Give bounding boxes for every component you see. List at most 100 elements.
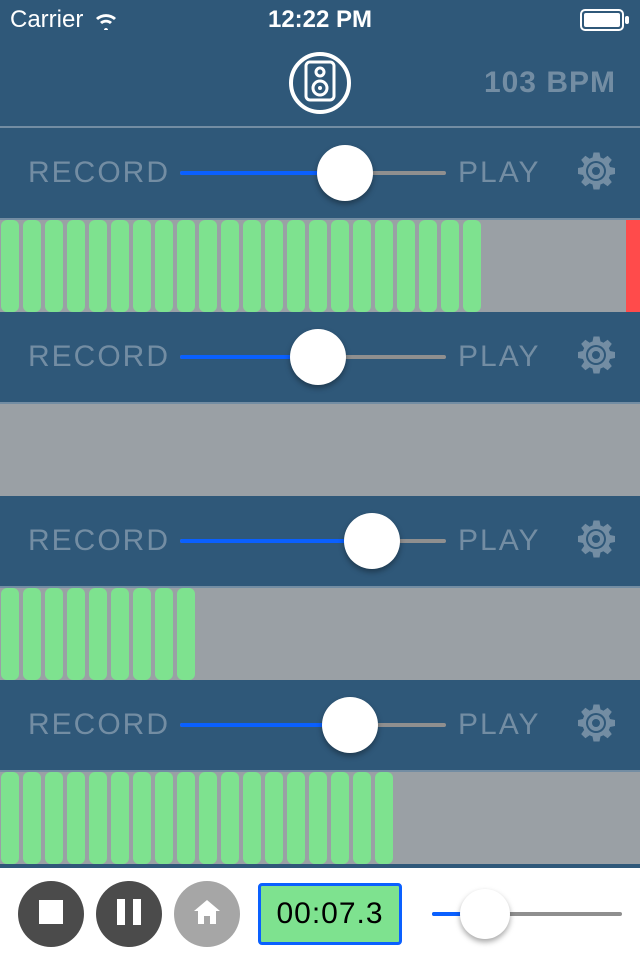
gear-icon [572,331,620,384]
level-meter [0,770,640,864]
volume-slider[interactable] [180,700,446,750]
meter-segment [133,588,151,680]
record-button[interactable]: RECORD [28,340,168,374]
status-left: Carrier [10,6,119,34]
meter-segment [397,220,415,312]
meter-segment [67,772,85,864]
meter-segment [1,772,19,864]
track-settings-button[interactable] [570,699,622,751]
meter-segment [89,220,107,312]
home-icon [192,898,222,931]
track-row: RECORD PLAY [0,496,640,680]
gear-icon [572,147,620,200]
meter-segment [287,220,305,312]
meter-segment [155,772,173,864]
meter-segment [45,220,63,312]
volume-slider[interactable] [180,148,446,198]
meter-segment [23,772,41,864]
meter-segment [309,772,327,864]
meter-segment [441,220,459,312]
meter-segment [353,220,371,312]
stop-icon [39,900,63,929]
meter-segment [419,220,437,312]
meter-segment [155,220,173,312]
track-settings-button[interactable] [570,147,622,199]
timer-display: 00:07.3 [258,883,402,945]
home-button[interactable] [174,881,240,947]
carrier-label: Carrier [10,6,83,34]
meter-segment [177,772,195,864]
track-settings-button[interactable] [570,515,622,567]
master-slider[interactable] [432,889,622,939]
play-button[interactable]: PLAY [458,156,558,190]
pause-button[interactable] [96,881,162,947]
bottom-toolbar: 00:07.3 [0,868,640,960]
volume-slider[interactable] [180,332,446,382]
header: 103 BPM [0,40,640,128]
stop-button[interactable] [18,881,84,947]
track-controls: RECORD PLAY [0,496,640,586]
record-button[interactable]: RECORD [28,156,168,190]
meter-segment [133,772,151,864]
gear-icon [572,515,620,568]
meter-segment [1,588,19,680]
play-button[interactable]: PLAY [458,708,558,742]
meter-segment [199,220,217,312]
meter-segment [45,772,63,864]
slider-thumb[interactable] [290,329,346,385]
meter-segment [67,220,85,312]
record-button[interactable]: RECORD [28,524,168,558]
meter-segment [199,772,217,864]
pause-icon [117,899,141,930]
track-controls: RECORD PLAY [0,680,640,770]
meter-segment [331,220,349,312]
meter-segment [177,588,195,680]
clock: 12:22 PM [268,6,372,34]
meter-segment [243,220,261,312]
meter-segment [375,772,393,864]
play-button[interactable]: PLAY [458,340,558,374]
battery-icon [580,9,630,31]
meter-segment [23,220,41,312]
speaker-icon [304,60,336,107]
track-controls: RECORD PLAY [0,128,640,218]
meter-segment [243,772,261,864]
slider-thumb[interactable] [344,513,400,569]
timer-text: 00:07.3 [276,897,383,931]
meter-segment [111,588,129,680]
level-meter [0,586,640,680]
record-button[interactable]: RECORD [28,708,168,742]
bpm-display: 103 BPM [484,66,616,100]
meter-segment [309,220,327,312]
meter-segment [375,220,393,312]
slider-thumb[interactable] [322,697,378,753]
meter-segment [89,588,107,680]
level-meter [0,218,640,312]
meter-segment [23,588,41,680]
track-settings-button[interactable] [570,331,622,383]
meter-segment [155,588,173,680]
meter-segment [331,772,349,864]
meter-segment [221,220,239,312]
volume-slider[interactable] [180,516,446,566]
gear-icon [572,699,620,752]
play-button[interactable]: PLAY [458,524,558,558]
meter-segment [463,220,481,312]
meter-segment [89,772,107,864]
meter-segment [45,588,63,680]
meter-segment [111,220,129,312]
slider-thumb[interactable] [317,145,373,201]
level-meter [0,402,640,496]
meter-peak [626,220,640,312]
track-controls: RECORD PLAY [0,312,640,402]
speaker-button[interactable] [289,52,351,114]
status-bar: Carrier 12:22 PM [0,0,640,40]
meter-segment [265,772,283,864]
meter-segment [221,772,239,864]
meter-segment [287,772,305,864]
wifi-icon [93,10,119,30]
meter-segment [1,220,19,312]
meter-segment [177,220,195,312]
slider-thumb[interactable] [460,889,510,939]
meter-segment [265,220,283,312]
